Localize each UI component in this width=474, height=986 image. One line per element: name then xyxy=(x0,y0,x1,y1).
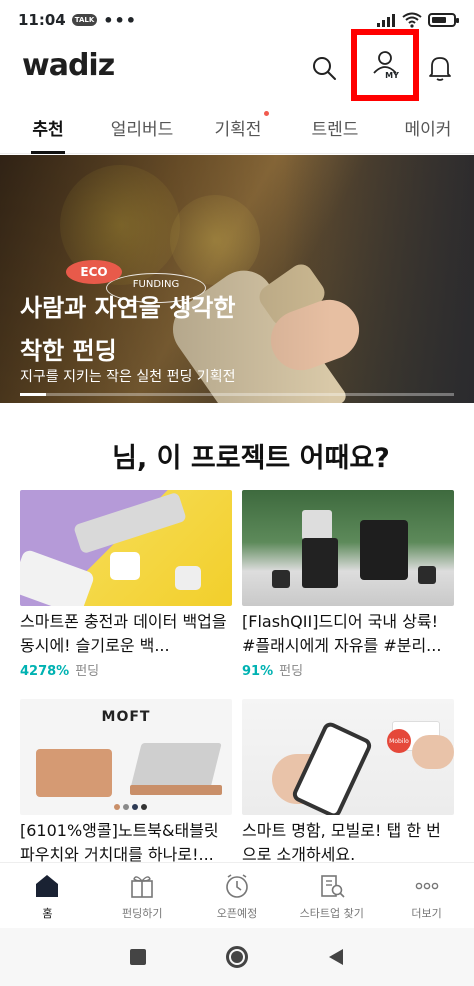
flash-image xyxy=(418,566,436,584)
battery-icon xyxy=(428,13,459,27)
moft-logo: MOFT xyxy=(101,709,151,725)
search-icon xyxy=(313,57,336,80)
flash-image xyxy=(272,570,290,588)
app-header: wadiz MY xyxy=(0,29,474,101)
notification-button[interactable] xyxy=(418,46,462,90)
tab-early-bird[interactable]: 얼리버드 xyxy=(96,100,188,154)
signal-icon xyxy=(377,14,395,27)
project-card[interactable]: 스마트폰 충전과 데이터 백업을 동시에! 슬기로운 백... 4278% 펀딩 xyxy=(20,490,232,679)
tab-label: 기획전 xyxy=(214,119,262,140)
funding-percent: 91% xyxy=(242,664,274,679)
talk-notification-icon: TALK xyxy=(71,14,98,26)
tab-label: 메이커 xyxy=(404,119,452,140)
banner-title-line2: 착한 펀딩 xyxy=(20,337,117,365)
nav-label: 오픈예정 xyxy=(216,907,258,920)
tab-exhibition[interactable]: 기획전 xyxy=(188,100,288,154)
building-search-icon xyxy=(317,871,347,901)
nav-funding[interactable]: 펀딩하기 xyxy=(95,863,190,928)
phone-image xyxy=(20,548,96,606)
new-dot-badge xyxy=(264,110,270,116)
more-notifications-icon: ••• xyxy=(103,10,137,30)
flash-image xyxy=(302,538,338,588)
project-card[interactable]: Mobilo 스마트 명함, 모빌로! 탭 한 번으로 소개하세요. xyxy=(242,699,454,867)
more-icon xyxy=(412,871,442,901)
eco-tag: ECO xyxy=(66,260,122,284)
search-button[interactable] xyxy=(302,46,346,90)
section-title: 님, 이 프로젝트 어때요? xyxy=(112,443,390,474)
nav-startup-search[interactable]: 스타트업 찾기 xyxy=(284,863,379,928)
project-thumbnail: MOFT xyxy=(20,699,232,815)
color-swatches xyxy=(114,804,154,812)
flash-image xyxy=(302,510,332,540)
tab-maker[interactable]: 메이커 xyxy=(382,100,474,154)
project-thumbnail xyxy=(20,490,232,606)
project-thumbnail xyxy=(242,490,454,606)
my-page-button[interactable]: MY xyxy=(351,29,419,101)
nav-home[interactable]: 홈 xyxy=(0,863,95,928)
home-button-dot xyxy=(231,951,243,963)
banner-progress-fill xyxy=(20,393,47,396)
nav-more[interactable]: 더보기 xyxy=(379,863,474,928)
wifi-icon xyxy=(402,12,422,28)
laptop-image xyxy=(130,743,222,789)
hand-image xyxy=(412,735,454,769)
funding-status: 펀딩 xyxy=(279,664,304,679)
banner-progress xyxy=(20,393,454,396)
mobilo-logo: Mobilo xyxy=(387,729,411,753)
charger-image xyxy=(110,552,140,580)
project-title: 스마트폰 충전과 데이터 백업을 동시에! 슬기로운 백... xyxy=(20,612,227,655)
nav-label: 펀딩하기 xyxy=(121,907,163,920)
nav-label: 홈 xyxy=(42,907,53,920)
promo-banner[interactable]: FUNDING ECO 사람과 자연을 생각한 착한 펀딩 지구를 지키는 작은… xyxy=(0,155,474,403)
project-meta: 4278% 펀딩 xyxy=(20,660,232,679)
funding-status: 펀딩 xyxy=(75,664,100,679)
tab-recommend[interactable]: 추천 xyxy=(0,100,96,154)
banner-subtitle: 지구를 지키는 작은 실천 펀딩 기획전 xyxy=(20,369,236,385)
status-icons xyxy=(376,12,459,28)
project-title: [FlashQII]드디어 국내 상륙! #플래시에게 자유를 #분리... xyxy=(242,612,442,655)
tab-label: 트렌드 xyxy=(311,119,359,140)
wadiz-logo[interactable]: wadiz xyxy=(22,48,115,83)
recent-apps-button[interactable] xyxy=(130,949,146,965)
phone-image xyxy=(73,491,187,555)
nav-label: 더보기 xyxy=(411,907,442,920)
banner-title-line1: 사람과 자연을 생각한 xyxy=(20,294,236,322)
nav-coming-soon[interactable]: 오픈예정 xyxy=(190,863,285,928)
home-icon xyxy=(32,871,62,901)
project-card[interactable]: [FlashQII]드디어 국내 상륙! #플래시에게 자유를 #분리... 9… xyxy=(242,490,454,679)
project-thumbnail: Mobilo xyxy=(242,699,454,815)
gift-icon xyxy=(127,871,157,901)
pouch-image xyxy=(36,749,112,797)
project-title: 스마트 명함, 모빌로! 탭 한 번으로 소개하세요. xyxy=(242,821,441,864)
flash-image xyxy=(360,520,408,580)
tab-label: 추천 xyxy=(32,119,64,140)
tab-trend[interactable]: 트렌드 xyxy=(288,100,382,154)
nav-label: 스타트업 찾기 xyxy=(299,907,364,920)
project-card[interactable]: MOFT [6101%앵콜]노트북&태블릿 파우치와 거치대를 하나로!... xyxy=(20,699,232,867)
back-button[interactable] xyxy=(328,948,344,966)
project-meta: 91% 펀딩 xyxy=(242,660,454,679)
project-title: [6101%앵콜]노트북&태블릿 파우치와 거치대를 하나로!... xyxy=(20,821,219,864)
funding-percent: 4278% xyxy=(20,664,70,679)
my-label: MY xyxy=(385,71,399,80)
charger-image xyxy=(175,566,201,590)
status-time: 11:04 xyxy=(18,11,66,29)
stand-image xyxy=(130,785,222,795)
clock-icon xyxy=(222,871,252,901)
tab-label: 얼리버드 xyxy=(110,119,174,140)
category-tabs: 추천 얼리버드 기획전 트렌드 메이커 xyxy=(0,100,474,154)
system-nav-bar xyxy=(0,928,474,986)
bell-icon xyxy=(429,57,451,81)
home-button[interactable] xyxy=(226,946,248,968)
bottom-nav: 홈 펀딩하기 오픈예정 스타트업 찾기 더보기 xyxy=(0,862,474,928)
